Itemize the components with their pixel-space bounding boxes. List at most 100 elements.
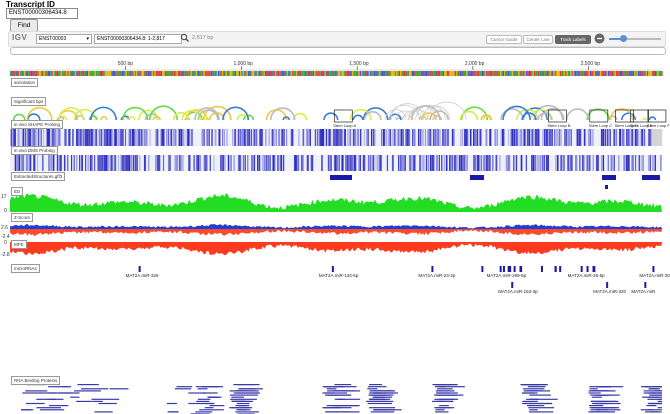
nucleotide-mark [202, 71, 204, 76]
nucleotide-mark [445, 71, 447, 76]
reactivity-mark [500, 129, 502, 146]
track-label-annotation[interactable]: annotation [11, 78, 39, 87]
reactivity-mark [422, 129, 424, 146]
reactivity-mark [363, 129, 365, 146]
stem-loop-label: Stem Loop C [589, 123, 612, 128]
track-label-ed[interactable]: ED [11, 187, 24, 196]
nucleotide-mark [591, 71, 593, 76]
rbp-feature [36, 407, 61, 409]
reactivity-mark [35, 129, 37, 146]
reactivity-mark [116, 129, 118, 146]
nucleotide-mark [286, 71, 289, 76]
nucleotide-mark [650, 71, 653, 76]
track-label-rna-binding-proteins[interactable]: RNA Binding Proteins [11, 376, 61, 385]
nucleotide-mark [595, 71, 597, 76]
reactivity-mark [160, 129, 162, 146]
nucleotide-mark [267, 71, 269, 76]
nucleotide-mark [566, 71, 568, 76]
nucleotide-mark [589, 71, 592, 76]
nucleotide-mark [398, 71, 400, 76]
reactivity-mark [405, 129, 407, 146]
track-label-extracted-structures[interactable]: ExtractedStructures.gff3 [11, 172, 66, 181]
reactivity-mark [208, 129, 210, 146]
rbp-feature [435, 411, 449, 413]
nucleotide-mark [279, 71, 281, 76]
rbp-feature [195, 411, 213, 413]
reactivity-mark [402, 129, 404, 146]
reactivity-mark [222, 129, 224, 146]
reactivity-mark [351, 155, 353, 171]
reactivity-mark [534, 129, 536, 146]
nucleotide-mark [328, 71, 330, 76]
nucleotide-mark [134, 71, 137, 76]
nucleotide-mark [80, 71, 82, 76]
reactivity-mark [615, 129, 618, 146]
nucleotide-mark [414, 71, 416, 76]
nucleotide-mark [99, 71, 101, 76]
reactivity-mark [597, 155, 600, 171]
reactivity-mark [295, 155, 298, 171]
reactivity-mark [104, 129, 106, 146]
nucleotide-mark [208, 71, 211, 76]
reactivity-mark [601, 155, 603, 171]
reactivity-mark [465, 129, 468, 146]
base-pair-arc [323, 112, 339, 121]
nucleotide-mark [467, 71, 469, 76]
reactivity-mark [50, 155, 52, 171]
reactivity-mark [232, 129, 234, 146]
track-label-zscore[interactable]: Z-Score [11, 213, 34, 222]
track-label-shape[interactable]: in vivo SHAPE Probing [11, 120, 64, 129]
reactivity-mark [291, 129, 293, 146]
reactivity-mark [94, 155, 96, 171]
reactivity-mark [238, 155, 240, 171]
nucleotide-mark [315, 71, 317, 76]
nucleotide-mark [280, 71, 282, 76]
reactivity-mark [371, 129, 373, 146]
reactivity-mark [136, 129, 138, 146]
ruler-tick-label: 2,000 bp [465, 61, 485, 67]
rbp-feature [39, 409, 65, 411]
nucleotide-mark [153, 71, 155, 76]
reactivity-mark [444, 129, 446, 146]
nucleotide-mark [471, 71, 473, 76]
track-label-significant-bps[interactable]: Significant bps [11, 97, 47, 106]
nucleotide-mark [449, 71, 451, 76]
reactivity-mark [400, 155, 402, 171]
reactivity-mark [261, 155, 263, 171]
nucleotide-mark [513, 71, 515, 76]
reactivity-mark [428, 155, 430, 171]
rbp-feature [238, 388, 256, 390]
reactivity-mark [466, 155, 468, 171]
reactivity-mark [392, 129, 394, 146]
nucleotide-mark [223, 71, 225, 76]
track-label-micrornas[interactable]: microRNAs [11, 264, 40, 273]
nucleotide-mark [151, 71, 153, 76]
rbp-feature [326, 394, 341, 396]
reactivity-mark [338, 129, 340, 146]
microrna-mark [586, 266, 589, 272]
reactivity-mark [128, 155, 131, 171]
mfe-axis-bottom: -2.8 [1, 252, 10, 258]
nucleotide-mark [276, 71, 278, 76]
nucleotide-mark [587, 71, 589, 76]
nucleotide-mark [648, 71, 650, 76]
reactivity-mark [227, 155, 229, 171]
reactivity-mark [132, 155, 134, 171]
microrna-mark [511, 282, 514, 288]
track-label-mfe[interactable]: MFE [11, 240, 27, 249]
nucleotide-mark [181, 71, 183, 76]
z-axis-top: 2.6 [1, 225, 8, 231]
nucleotide-mark [397, 71, 399, 76]
reactivity-mark [643, 129, 646, 146]
nucleotide-mark [318, 71, 320, 76]
nucleotide-mark [661, 71, 663, 76]
nucleotide-mark [221, 71, 224, 76]
track-label-dms[interactable]: in vivo DMS Probing [11, 146, 58, 155]
reactivity-mark [396, 129, 399, 146]
nucleotide-mark [12, 71, 14, 76]
nucleotide-mark [91, 71, 94, 76]
reactivity-mark [67, 155, 69, 171]
nucleotide-mark [410, 71, 412, 76]
reactivity-mark [412, 129, 414, 146]
reactivity-mark [182, 155, 184, 171]
